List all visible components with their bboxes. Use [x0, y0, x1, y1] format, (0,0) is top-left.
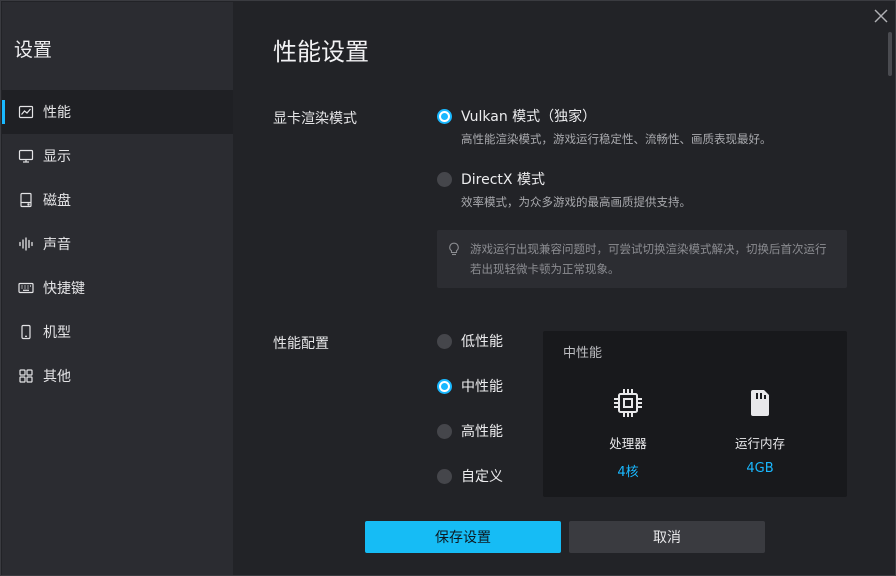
sidebar-item-label: 性能	[43, 105, 71, 121]
render-mode-label: 显卡渲染模式	[273, 111, 357, 127]
settings-window: 设置 性能 显示 磁盘 声音 快捷键 机型 其他 性能设置 显卡渲染模式 Vul…	[0, 0, 896, 576]
sidebar-item-label: 机型	[43, 325, 71, 341]
sidebar-item-sound[interactable]: 声音	[2, 222, 233, 266]
perf-custom-radio[interactable]: 自定义	[437, 466, 503, 486]
scrollbar[interactable]	[888, 32, 892, 76]
directx-mode-radio[interactable]: DirectX 模式	[437, 169, 545, 189]
chart-icon	[18, 104, 34, 120]
sidebar-item-performance[interactable]: 性能	[2, 90, 233, 134]
cpu-value: 4核	[617, 465, 639, 480]
radio-label: Vulkan 模式（独家）	[461, 109, 597, 125]
cancel-button[interactable]: 取消	[569, 521, 765, 553]
ram-spec: 运行内存 4GB	[700, 386, 820, 476]
radio-label: 中性能	[461, 379, 503, 395]
radio-indicator	[437, 468, 452, 484]
radio-label: DirectX 模式	[461, 172, 545, 188]
directx-mode-desc: 效率模式，为众多游戏的最高画质提供支持。	[461, 195, 691, 209]
perf-low-radio[interactable]: 低性能	[437, 331, 503, 351]
cpu-label: 处理器	[609, 436, 647, 451]
main-panel: 性能设置 显卡渲染模式 Vulkan 模式（独家） 高性能渲染模式，游戏运行稳定…	[233, 2, 895, 575]
radio-label: 低性能	[461, 334, 503, 350]
cpu-spec: 处理器 4核	[568, 386, 688, 480]
vulkan-mode-desc: 高性能渲染模式，游戏运行稳定性、流畅性、画质表现最好。	[461, 132, 772, 146]
sidebar-item-label: 显示	[43, 149, 71, 165]
perf-card-title: 中性能	[563, 346, 603, 361]
sidebar-title: 设置	[14, 39, 53, 61]
sidebar-item-model[interactable]: 机型	[2, 310, 233, 354]
sidebar-item-label: 快捷键	[43, 281, 85, 297]
page-title: 性能设置	[273, 38, 369, 66]
radio-indicator	[437, 378, 452, 394]
sound-icon	[18, 236, 34, 252]
sidebar-item-label: 其他	[43, 369, 71, 385]
memory-card-icon	[751, 390, 769, 416]
lightbulb-icon	[449, 242, 459, 256]
close-icon	[874, 9, 888, 23]
perf-high-radio[interactable]: 高性能	[437, 421, 503, 441]
radio-indicator	[437, 108, 452, 124]
sidebar-item-label: 声音	[43, 237, 71, 253]
radio-indicator	[437, 171, 452, 187]
grid-icon	[18, 368, 34, 384]
close-button[interactable]	[872, 7, 890, 25]
radio-label: 自定义	[461, 469, 503, 485]
sidebar-item-disk[interactable]: 磁盘	[2, 178, 233, 222]
monitor-icon	[18, 148, 34, 164]
sidebar-item-label: 磁盘	[43, 193, 71, 209]
radio-indicator	[437, 423, 452, 439]
phone-icon	[18, 324, 34, 340]
sidebar-item-other[interactable]: 其他	[2, 354, 233, 398]
radio-indicator	[437, 333, 452, 349]
vulkan-mode-radio[interactable]: Vulkan 模式（独家）	[437, 106, 596, 126]
sidebar-item-shortcuts[interactable]: 快捷键	[2, 266, 233, 310]
keyboard-icon	[18, 280, 34, 296]
sidebar-item-display[interactable]: 显示	[2, 134, 233, 178]
ram-label: 运行内存	[734, 436, 785, 451]
sidebar-nav: 性能 显示 磁盘 声音 快捷键 机型 其他	[2, 90, 233, 398]
sidebar: 设置 性能 显示 磁盘 声音 快捷键 机型 其他	[2, 2, 233, 575]
tip-text: 游戏运行出现兼容问题时，可尝试切换渲染模式解决，切换后首次运行若出现轻微卡顿为正…	[470, 242, 827, 276]
tip-box: 游戏运行出现兼容问题时，可尝试切换渲染模式解决，切换后首次运行若出现轻微卡顿为正…	[437, 230, 847, 288]
radio-label: 高性能	[461, 424, 503, 440]
perf-config-label: 性能配置	[273, 336, 329, 352]
ram-value: 4GB	[746, 461, 774, 476]
save-button[interactable]: 保存设置	[365, 521, 561, 553]
perf-medium-radio[interactable]: 中性能	[437, 376, 503, 396]
perf-summary-card: 中性能 处理器 4核 运行内存 4GB	[543, 331, 847, 497]
cpu-icon	[614, 389, 642, 417]
disk-icon	[18, 192, 34, 208]
